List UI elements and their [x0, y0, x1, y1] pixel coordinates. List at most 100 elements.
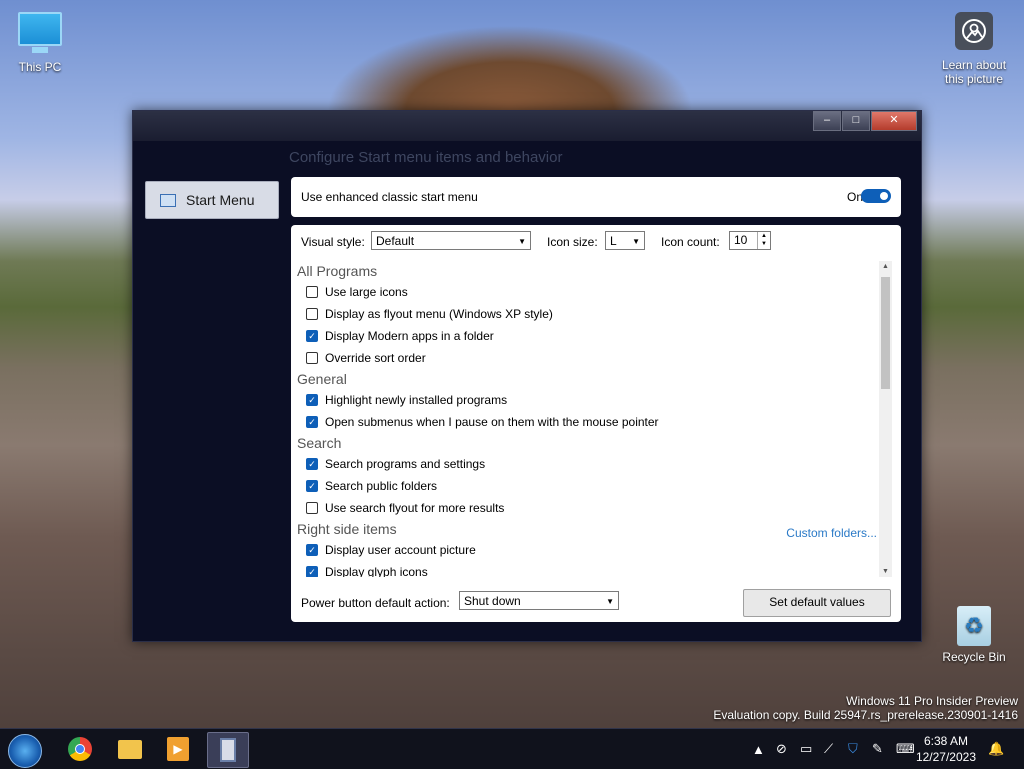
icon-size-select[interactable]: L ▼ — [605, 231, 645, 250]
window-controls: – □ ✕ — [812, 111, 917, 131]
spin-arrows-icon[interactable]: ▲ ▼ — [757, 232, 770, 249]
checkbox-checked[interactable]: ✓ — [306, 566, 318, 577]
option-label: Display user account picture — [325, 543, 476, 557]
option-label: Override sort order — [325, 351, 426, 365]
enhanced-menu-label: Use enhanced classic start menu — [301, 190, 478, 204]
monitor-icon: ▭ — [800, 741, 813, 756]
keyboard-icon: ⌨ — [896, 741, 915, 756]
settings-app-icon — [220, 738, 236, 762]
close-button[interactable]: ✕ — [871, 111, 917, 131]
taskbar-open-shell-settings[interactable] — [207, 732, 249, 768]
tray-icon-3[interactable]: ⟋ — [824, 729, 833, 769]
bell-icon: 🔔 — [988, 741, 1005, 756]
checkbox-checked[interactable]: ✓ — [306, 330, 318, 342]
start-button[interactable] — [8, 734, 42, 768]
option-submenus[interactable]: ✓ Open submenus when I pause on them with… — [297, 411, 877, 433]
group-all-programs: All Programs — [297, 263, 378, 279]
nav-start-menu[interactable]: Start Menu — [145, 181, 279, 219]
power-button-value: Shut down — [464, 594, 521, 608]
checkbox[interactable] — [306, 286, 318, 298]
power-button-select[interactable]: Shut down ▼ — [459, 591, 619, 610]
tray-icon-4[interactable]: ⛉ — [848, 729, 858, 769]
options-list: All Programs Use large icons Display as … — [297, 261, 877, 577]
scroll-down-icon[interactable]: ▼ — [882, 568, 889, 575]
chevron-up-icon: ▲ — [752, 741, 765, 757]
icon-count-label: Icon count: — [661, 235, 720, 249]
tray-icon-2[interactable]: ▭ — [800, 729, 812, 769]
checkbox-checked[interactable]: ✓ — [306, 480, 318, 492]
checkbox[interactable] — [306, 502, 318, 514]
option-label: Display as flyout menu (Windows XP style… — [325, 307, 553, 321]
option-user-picture[interactable]: ✓ Display user account picture — [297, 539, 877, 561]
option-search-programs[interactable]: ✓ Search programs and settings — [297, 453, 877, 475]
learn-label: Learn about this picture — [941, 58, 1007, 86]
option-highlight[interactable]: ✓ Highlight newly installed programs — [297, 389, 877, 411]
windows-watermark: Windows 11 Pro Insider Preview Evaluatio… — [713, 694, 1018, 722]
option-label: Use large icons — [325, 285, 408, 299]
chevron-down-icon: ▼ — [632, 237, 640, 246]
maximize-button[interactable]: □ — [842, 111, 870, 131]
icon-count-stepper[interactable]: 10 ▲ ▼ — [729, 231, 771, 250]
option-label: Search public folders — [325, 479, 438, 493]
camera-icon — [955, 12, 993, 50]
option-large-icons[interactable]: Use large icons — [297, 281, 877, 303]
tray-icon-5[interactable]: ✎ — [872, 729, 883, 769]
nav-start-menu-label: Start Menu — [186, 192, 255, 208]
option-label: Display Modern apps in a folder — [325, 329, 494, 343]
minimize-button[interactable]: – — [813, 111, 841, 131]
taskbar-media-player[interactable]: ▶ — [158, 732, 198, 766]
checkbox[interactable] — [306, 308, 318, 320]
option-glyph-icons[interactable]: ✓ Display glyph icons — [297, 561, 877, 577]
recycle-bin-icon: ♻ — [957, 606, 991, 646]
media-player-icon: ▶ — [167, 737, 189, 761]
icon-count-value: 10 — [734, 233, 748, 247]
option-label: Display glyph icons — [325, 565, 428, 577]
recycle-bin-desktop-icon[interactable]: ♻ Recycle Bin — [934, 606, 1014, 664]
option-search-public[interactable]: ✓ Search public folders — [297, 475, 877, 497]
option-sort[interactable]: Override sort order — [297, 347, 877, 369]
taskbar-file-explorer[interactable] — [110, 732, 150, 766]
scrollbar-thumb[interactable] — [881, 277, 890, 389]
icon-size-value: L — [610, 234, 617, 248]
option-modern-apps[interactable]: ✓ Display Modern apps in a folder — [297, 325, 877, 347]
enhanced-menu-panel: Use enhanced classic start menu On — [291, 177, 901, 217]
learn-about-picture-icon[interactable]: Learn about this picture — [934, 12, 1014, 86]
option-label: Search programs and settings — [325, 457, 486, 471]
recycle-bin-label: Recycle Bin — [942, 650, 1006, 664]
notifications-button[interactable]: 🔔 — [988, 729, 1004, 769]
chevron-down-icon: ▼ — [606, 597, 614, 606]
title-bar[interactable]: – □ ✕ — [133, 111, 921, 141]
checkbox-checked[interactable]: ✓ — [306, 394, 318, 406]
taskbar-clock[interactable]: 6:38 AM 12/27/2023 — [916, 733, 976, 765]
group-general: General — [297, 371, 347, 387]
taskbar-chrome[interactable] — [60, 732, 100, 766]
set-default-values-button[interactable]: Set default values — [743, 589, 891, 617]
option-search-flyout[interactable]: Use search flyout for more results — [297, 497, 877, 519]
clock-time: 6:38 AM — [923, 734, 968, 748]
tray-icon-6[interactable]: ⌨ — [896, 729, 915, 769]
folder-icon — [118, 739, 142, 759]
option-label: Use search flyout for more results — [325, 501, 505, 515]
scroll-up-icon[interactable]: ▲ — [882, 263, 889, 270]
taskbar: ▶ ▲ ⊘ ▭ ⟋ ⛉ ✎ ⌨ 6:38 AM 12/27/2023 🔔 — [0, 728, 1024, 769]
enhanced-menu-toggle[interactable] — [861, 189, 891, 203]
option-label: Highlight newly installed programs — [325, 393, 508, 407]
chrome-icon — [68, 737, 92, 761]
checkbox-checked[interactable]: ✓ — [306, 416, 318, 428]
group-right-side: Right side items Custom folders... — [297, 519, 877, 540]
checkbox[interactable] — [306, 352, 318, 364]
group-search: Search — [297, 435, 342, 451]
this-pc-desktop-icon[interactable]: This PC — [0, 12, 80, 74]
option-flyout[interactable]: Display as flyout menu (Windows XP style… — [297, 303, 877, 325]
power-button-label: Power button default action: — [301, 596, 450, 610]
page-heading: Configure Start menu items and behavior — [289, 149, 563, 166]
show-hidden-icons[interactable]: ▲ — [752, 729, 765, 769]
options-scrollbar[interactable]: ▲ ▼ — [879, 261, 892, 577]
checkbox-checked[interactable]: ✓ — [306, 544, 318, 556]
option-label: Open submenus when I pause on them with … — [325, 415, 659, 429]
visual-style-select[interactable]: Default ▼ — [371, 231, 531, 250]
checkbox-checked[interactable]: ✓ — [306, 458, 318, 470]
watermark-edition: Windows 11 Pro Insider Preview — [846, 694, 1018, 708]
chevron-down-icon: ▼ — [518, 237, 526, 246]
tray-icon-1[interactable]: ⊘ — [776, 729, 787, 769]
